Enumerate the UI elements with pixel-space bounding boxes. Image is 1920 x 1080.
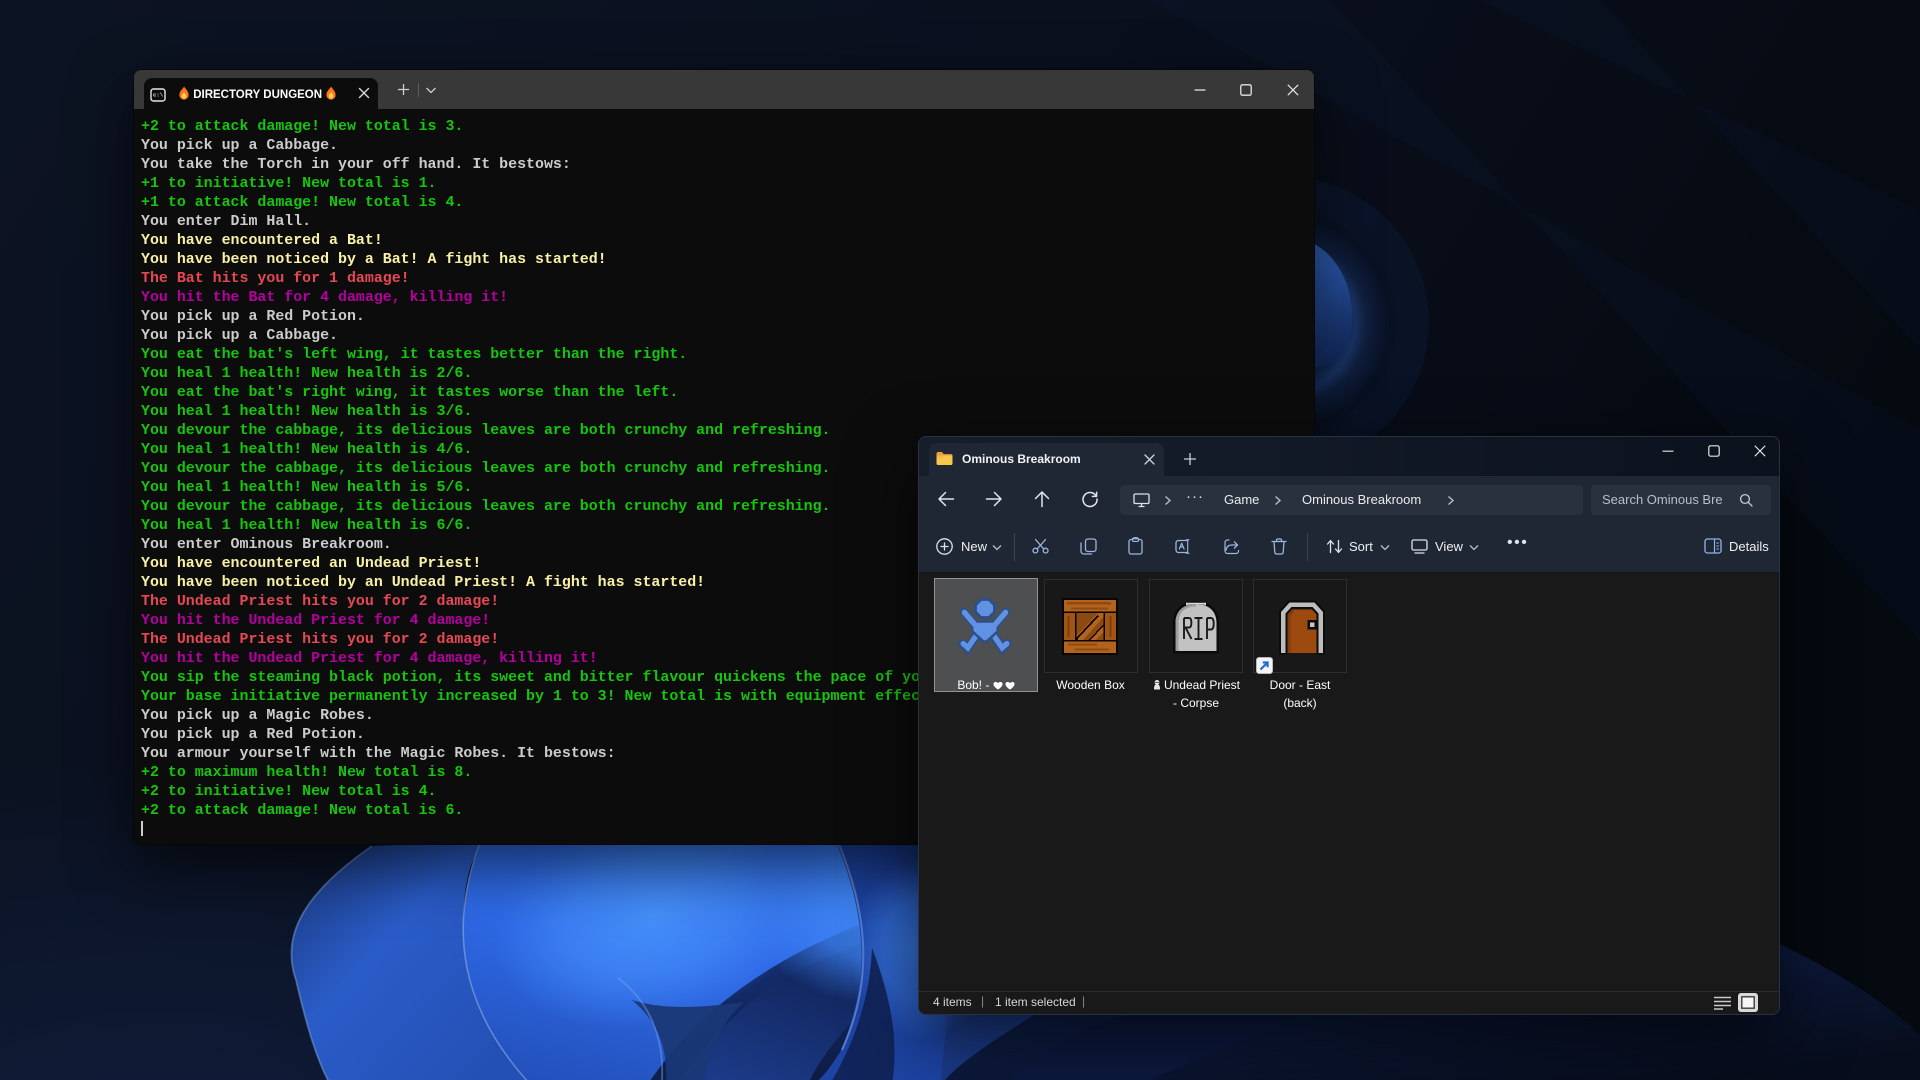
svg-text:c:\: c:\ — [153, 92, 164, 99]
